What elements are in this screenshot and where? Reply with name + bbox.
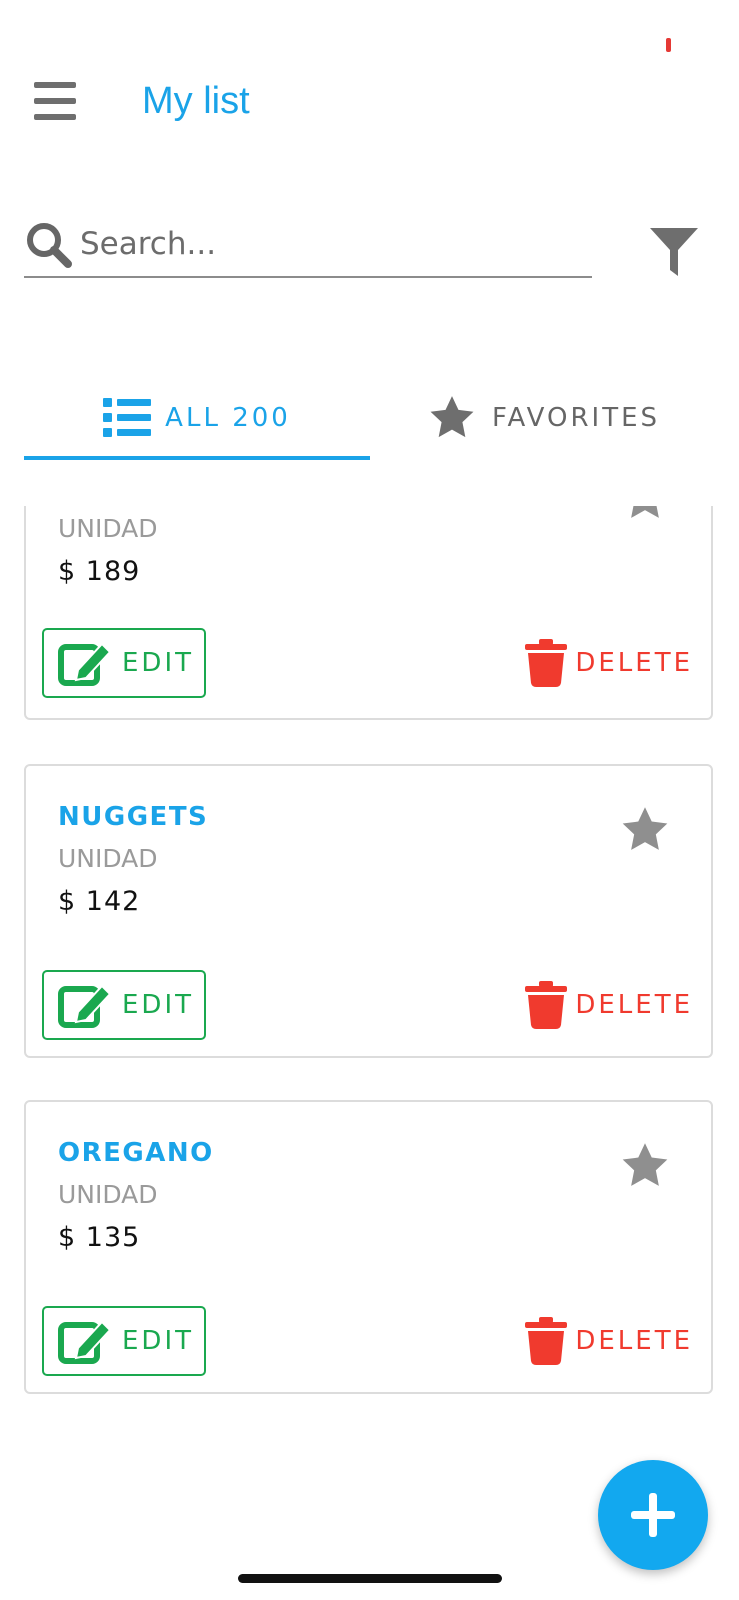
- edit-button[interactable]: EDIT: [42, 970, 206, 1040]
- trash-icon: [525, 981, 568, 1029]
- edit-icon: [58, 1320, 112, 1364]
- tab-favorites[interactable]: FAVORITES: [370, 378, 716, 458]
- edit-button[interactable]: EDIT: [42, 1306, 206, 1376]
- hamburger-icon-bar: [34, 114, 76, 120]
- page-title: My list: [142, 80, 250, 122]
- list-icon: [103, 398, 152, 437]
- product-unit: UNIDAD: [58, 844, 158, 873]
- product-price: $ 189: [58, 556, 141, 587]
- hamburger-icon: [34, 82, 76, 88]
- product-card: UNIDAD $ 189 EDIT DELETE: [24, 506, 713, 720]
- edit-button[interactable]: EDIT: [42, 628, 206, 698]
- delete-label: DELETE: [575, 1326, 693, 1356]
- active-tab-indicator: [24, 456, 370, 460]
- product-unit: UNIDAD: [58, 514, 158, 543]
- edit-icon: [58, 642, 112, 686]
- filter-icon[interactable]: [648, 226, 700, 278]
- hamburger-icon-bar: [34, 98, 76, 104]
- star-icon: [430, 396, 474, 438]
- tab-all-label: ALL 200: [165, 403, 291, 433]
- menu-button[interactable]: [28, 80, 80, 126]
- product-unit: UNIDAD: [58, 1180, 158, 1209]
- delete-label: DELETE: [575, 648, 693, 678]
- delete-button[interactable]: DELETE: [525, 1306, 693, 1376]
- edit-icon: [58, 984, 112, 1028]
- delete-label: DELETE: [575, 990, 693, 1020]
- favorite-star-icon[interactable]: [619, 506, 671, 524]
- edit-label: EDIT: [122, 990, 194, 1020]
- tab-all[interactable]: ALL 200: [24, 378, 370, 458]
- tab-bar: ALL 200 FAVORITES: [24, 378, 715, 460]
- delete-button[interactable]: DELETE: [525, 970, 693, 1040]
- product-card: OREGANO UNIDAD $ 135 EDIT DELETE: [24, 1100, 713, 1394]
- add-item-button[interactable]: [598, 1460, 708, 1570]
- search-bar: [24, 214, 592, 278]
- trash-icon: [525, 639, 568, 687]
- tab-favorites-label: FAVORITES: [491, 403, 661, 433]
- search-icon: [27, 223, 72, 268]
- recording-indicator: [666, 38, 671, 52]
- product-price: $ 135: [58, 1222, 141, 1253]
- home-indicator: [238, 1574, 502, 1583]
- edit-label: EDIT: [122, 1326, 194, 1356]
- favorite-star-icon[interactable]: [619, 804, 671, 856]
- edit-label: EDIT: [122, 648, 194, 678]
- delete-button[interactable]: DELETE: [525, 628, 693, 698]
- plus-icon: [631, 1493, 675, 1537]
- product-card: NUGGETS UNIDAD $ 142 EDIT DELETE: [24, 764, 713, 1058]
- search-input[interactable]: [78, 220, 582, 268]
- product-price: $ 142: [58, 886, 141, 917]
- favorite-star-icon[interactable]: [619, 1140, 671, 1192]
- trash-icon: [525, 1317, 568, 1365]
- product-name: OREGANO: [58, 1138, 214, 1168]
- product-list[interactable]: UNIDAD $ 189 EDIT DELETE NUGGETS UNIDAD …: [0, 506, 739, 1600]
- product-name: NUGGETS: [58, 802, 209, 832]
